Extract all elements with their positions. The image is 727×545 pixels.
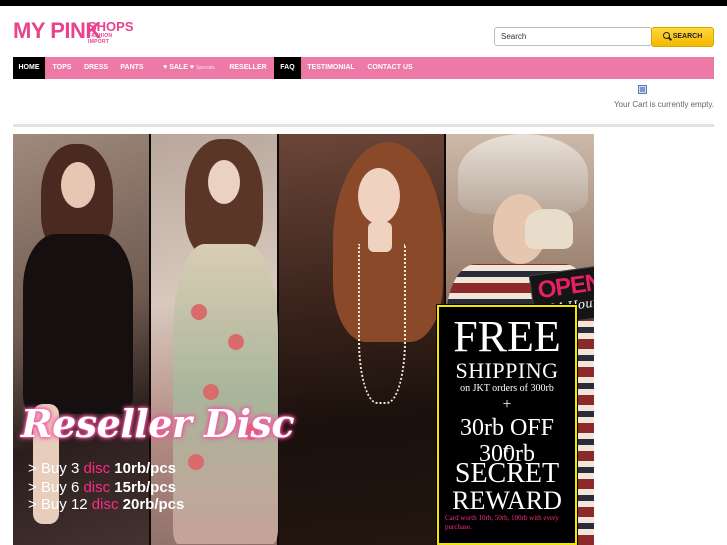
promo-shipping: SHIPPING [455, 358, 559, 383]
nav-item-reseller[interactable]: RESELLER [227, 57, 269, 79]
floral-print [191, 304, 207, 320]
promo-reward: REWARD [452, 486, 562, 515]
top-black-bar [0, 0, 727, 6]
nav-item-label: DRESS [83, 64, 109, 71]
offer-prefix: > Buy 12 [28, 496, 92, 513]
offer-price: 15rb/pcs [110, 479, 177, 496]
model-face [208, 160, 240, 204]
offer-price: 10rb/pcs [110, 460, 177, 477]
search-button[interactable]: SEARCH [651, 27, 714, 47]
nav-item-faq[interactable]: FAQ [274, 57, 301, 79]
nav-item-label: PANTS [120, 64, 144, 71]
nav-item-contact-us[interactable]: CONTACT US [364, 57, 416, 79]
pearl-necklace [358, 244, 406, 404]
nav-item-label: TESTIMONIAL [307, 64, 355, 71]
promo-plus: + [502, 441, 512, 458]
promo-plus: + [502, 396, 512, 413]
search-icon [662, 32, 670, 39]
search-button-label: SEARCH [672, 33, 703, 40]
nav-item-label: ♥ SALE ♥ [163, 64, 194, 71]
model-face [358, 168, 400, 224]
offer-disc: disc [91, 496, 119, 513]
nav-item-label: CONTACT US [367, 64, 413, 71]
promo-card-note: Card worth 10rb, 50rb, 100rb with every … [445, 514, 559, 531]
offer-prefix: > Buy 6 [28, 479, 84, 496]
nav-item-tops[interactable]: TOPS [47, 57, 77, 79]
offer-prefix: > Buy 3 [28, 460, 84, 477]
nav-item-label: HOME [18, 64, 40, 71]
search-input[interactable] [494, 27, 652, 46]
offer-price: 20rb/pcs [118, 496, 185, 513]
site-logo[interactable]: MY PINK SHOPS FASHION IMPORT [13, 19, 134, 46]
model-cup [525, 209, 573, 249]
model-face [61, 162, 95, 208]
promo-condition: on JKT orders of 300rb [460, 383, 554, 394]
offer-disc: disc [83, 479, 111, 496]
model-dress [23, 234, 133, 414]
nav-item-testimonial[interactable]: TESTIMONIAL [305, 57, 357, 79]
nav-item-dress[interactable]: DRESS [79, 57, 113, 79]
offer-line: > Buy 3 disc 10rb/pcs [28, 460, 288, 477]
logo-text-shops: SHOPS [88, 19, 134, 34]
nav-item-home[interactable]: HOME [13, 57, 45, 79]
promo-free: FREE [453, 312, 561, 361]
content-divider [13, 124, 714, 127]
nav-item-label: FAQ [280, 64, 295, 71]
offer-line: > Buy 12 disc 20rb/pcs [28, 496, 288, 513]
nav-item-label: TOPS [52, 64, 72, 71]
logo-tagline: FASHION IMPORT [88, 33, 113, 45]
promo-secret: SECRET [454, 458, 560, 489]
nav-item-special: Specials [195, 65, 215, 71]
offer-line: > Buy 6 disc 15rb/pcs [28, 479, 288, 496]
offer-disc: disc [83, 460, 111, 477]
nav-item-label: RESELLER [229, 64, 267, 71]
floral-print [203, 384, 219, 400]
reseller-disc-title: Reseller Disc [21, 401, 295, 446]
nav-item-sale[interactable]: ♥ SALE ♥ Specials [153, 57, 225, 79]
free-shipping-promo: FREE SHIPPING on JKT orders of 300rb + 3… [436, 304, 578, 545]
nav-item-pants[interactable]: PANTS [116, 57, 148, 79]
cart-status: Your Cart is currently empty. [613, 100, 714, 109]
main-nav: HOME TOPS DRESS PANTS ♥ SALE ♥ Specials R… [13, 57, 714, 79]
floral-print [228, 334, 244, 350]
cart-icon[interactable] [638, 85, 647, 94]
